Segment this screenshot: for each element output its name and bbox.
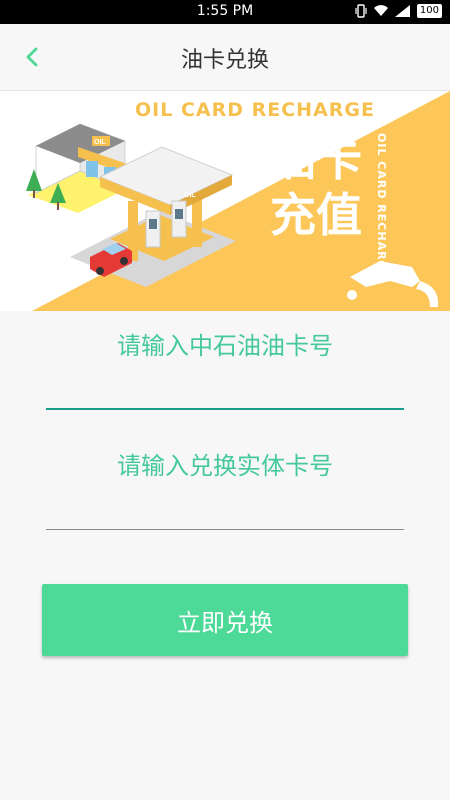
banner-title-cn: 油卡充值 xyxy=(270,132,362,242)
battery-icon: 100 xyxy=(416,4,442,18)
oil-card-banner: OIL OIL OIL CARD RECHARGE 油卡充值 OIL CARD … xyxy=(0,91,450,311)
wifi-icon xyxy=(373,5,388,17)
exchange-now-button[interactable]: 立即兑换 xyxy=(42,584,408,656)
shop-building: OIL xyxy=(28,123,130,213)
vibrate-icon xyxy=(355,4,367,18)
oil-card-number-underline xyxy=(46,408,404,410)
status-icons: 100 xyxy=(355,4,442,18)
oil-card-number-placeholder: 请输入中石油油卡号 xyxy=(117,332,333,360)
banner-title-en-vertical: OIL CARD RECHARGE xyxy=(375,133,388,280)
exchange-card-number-placeholder: 请输入兑换实体卡号 xyxy=(117,452,333,480)
canopy-sign: OIL xyxy=(184,192,196,199)
exchange-card-number-input[interactable]: 请输入兑换实体卡号 xyxy=(46,446,404,532)
banner-title-en: OIL CARD RECHARGE xyxy=(135,99,375,121)
app-bar: 油卡兑换 xyxy=(0,24,450,91)
signal-icon xyxy=(394,5,410,17)
oil-card-number-input[interactable]: 请输入中石油油卡号 xyxy=(46,326,404,412)
exchange-card-number-underline xyxy=(46,529,404,530)
shop-sign: OIL xyxy=(94,139,106,146)
page-title: 油卡兑换 xyxy=(180,48,269,73)
status-bar: 1:55 PM 100 xyxy=(0,0,450,24)
